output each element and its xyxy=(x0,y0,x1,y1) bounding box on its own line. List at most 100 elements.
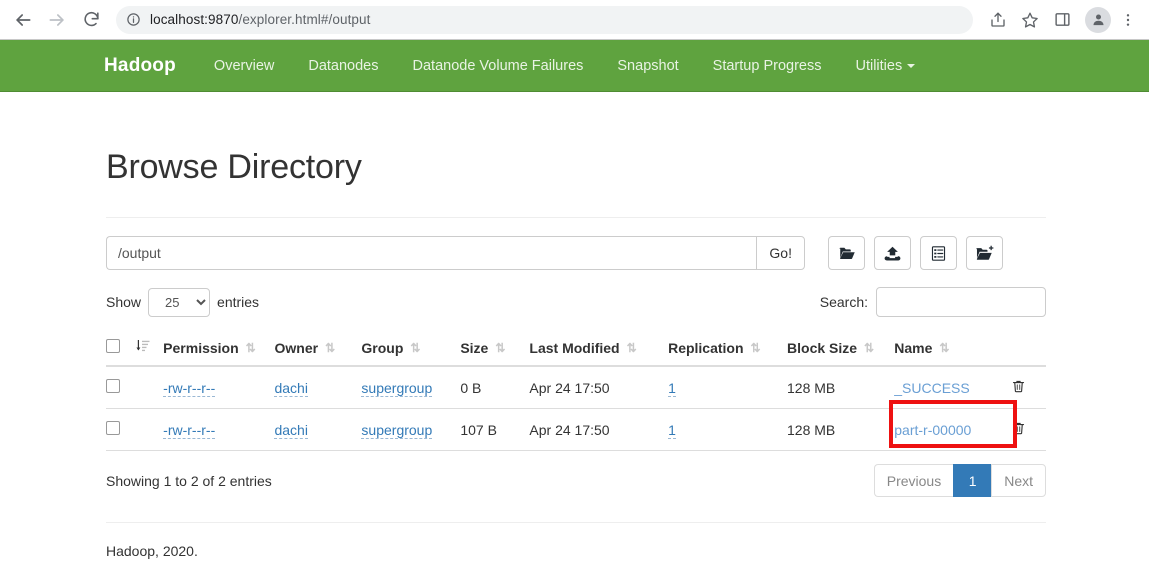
showing-entries-info: Showing 1 to 2 of 2 entries xyxy=(106,472,272,489)
entries-select[interactable]: 25 50 100 xyxy=(148,287,211,317)
header-size[interactable]: Size ⇅ xyxy=(460,331,530,367)
file-name-link[interactable]: _SUCCESS xyxy=(894,380,969,396)
row-group-cell[interactable]: supergroup xyxy=(361,366,461,409)
new-folder-icon[interactable] xyxy=(966,236,1003,270)
nav-link-utilities[interactable]: Utilities xyxy=(855,57,916,74)
go-button[interactable]: Go! xyxy=(756,236,805,270)
row-delete-cell[interactable] xyxy=(1010,366,1046,409)
row-delete-cell[interactable] xyxy=(1010,408,1046,451)
header-replication[interactable]: Replication ⇅ xyxy=(668,331,788,367)
path-bar-row: Go! xyxy=(106,236,1046,270)
footer-text: Hadoop, 2020. xyxy=(106,543,198,559)
file-name-link[interactable]: part-r-00000 xyxy=(894,422,971,438)
sort-icon: ⇅ xyxy=(325,341,335,355)
search-input[interactable] xyxy=(876,287,1046,317)
row-name-cell[interactable]: _SUCCESS xyxy=(894,366,1011,409)
pagination: Previous 1 Next xyxy=(873,464,1046,497)
permission-value[interactable]: -rw-r--r-- xyxy=(163,421,216,439)
hadoop-navbar: Hadoop Overview Datanodes Datanode Volum… xyxy=(0,40,1149,92)
header-last-modified[interactable]: Last Modified ⇅ xyxy=(529,331,669,367)
sort-icon: ⇅ xyxy=(495,341,505,355)
row-block-size-cell: 128 MB xyxy=(787,408,895,451)
side-panel-icon[interactable] xyxy=(1047,5,1077,35)
header-permission[interactable]: Permission ⇅ xyxy=(163,331,275,367)
path-input-group: Go! xyxy=(106,236,805,270)
replication-value[interactable]: 1 xyxy=(668,379,676,397)
trash-icon[interactable] xyxy=(1011,420,1026,439)
group-value[interactable]: supergroup xyxy=(361,379,433,397)
header-group[interactable]: Group ⇅ xyxy=(361,331,461,367)
header-owner[interactable]: Owner ⇅ xyxy=(274,331,362,367)
row-spacer-cell xyxy=(135,366,164,409)
header-block-size-label: Block Size xyxy=(787,340,858,356)
files-table-body: -rw-r--r-- dachi supergroup 0 B Apr 24 1… xyxy=(106,366,1046,451)
navbar-brand[interactable]: Hadoop xyxy=(104,55,176,77)
row-name-cell[interactable]: part-r-00000 xyxy=(894,408,1011,451)
sort-icon: ⇅ xyxy=(410,341,420,355)
path-input[interactable] xyxy=(106,236,757,270)
three-dot-menu-icon[interactable] xyxy=(1113,5,1143,35)
path-tools xyxy=(828,236,1003,270)
row-checkbox[interactable] xyxy=(106,379,120,393)
table-footer: Showing 1 to 2 of 2 entries Previous 1 N… xyxy=(106,464,1046,497)
row-last-modified-cell: Apr 24 17:50 xyxy=(529,366,669,409)
nav-link-overview[interactable]: Overview xyxy=(214,58,274,74)
pagination-page-1[interactable]: 1 xyxy=(953,464,992,497)
browser-actions xyxy=(981,5,1149,35)
owner-value[interactable]: dachi xyxy=(274,379,308,397)
nav-link-utilities-label: Utilities xyxy=(855,57,903,74)
files-table-head: Permission ⇅ Owner ⇅ Group ⇅ Size ⇅ Last Mod… xyxy=(106,331,1046,367)
header-block-size[interactable]: Block Size ⇅ xyxy=(787,331,895,367)
forward-arrow-icon[interactable] xyxy=(42,5,72,35)
star-icon[interactable] xyxy=(1015,5,1045,35)
chevron-down-icon xyxy=(907,63,916,68)
row-replication-cell[interactable]: 1 xyxy=(668,408,788,451)
replication-value[interactable]: 1 xyxy=(668,421,676,439)
header-actions xyxy=(1010,331,1046,367)
row-select-cell[interactable] xyxy=(106,408,136,451)
group-value[interactable]: supergroup xyxy=(361,421,433,439)
header-owner-label: Owner xyxy=(274,340,319,356)
reload-icon[interactable] xyxy=(76,5,106,35)
nav-link-datanode-volume-failures[interactable]: Datanode Volume Failures xyxy=(413,58,584,74)
row-permission-cell[interactable]: -rw-r--r-- xyxy=(163,366,275,409)
header-sort-marker[interactable] xyxy=(135,331,164,367)
sort-icon: ⇅ xyxy=(626,341,637,355)
upload-icon[interactable] xyxy=(874,236,911,270)
row-group-cell[interactable]: supergroup xyxy=(361,408,461,451)
header-name[interactable]: Name ⇅ xyxy=(894,331,1011,367)
row-owner-cell[interactable]: dachi xyxy=(274,408,362,451)
nav-link-startup-progress[interactable]: Startup Progress xyxy=(713,58,822,74)
address-bar[interactable]: localhost:9870/explorer.html#/output xyxy=(116,5,973,34)
profile-avatar-icon[interactable] xyxy=(1085,6,1111,33)
row-owner-cell[interactable]: dachi xyxy=(274,366,362,409)
size-value: 107 B xyxy=(460,421,497,438)
list-snapshot-icon[interactable] xyxy=(920,236,957,270)
share-icon[interactable] xyxy=(983,5,1013,35)
owner-value[interactable]: dachi xyxy=(274,421,308,439)
cut-folder-icon[interactable] xyxy=(828,236,865,270)
title-divider xyxy=(106,217,1046,218)
nav-link-datanodes[interactable]: Datanodes xyxy=(308,58,378,74)
pagination-previous[interactable]: Previous xyxy=(873,464,954,497)
trash-icon[interactable] xyxy=(1011,378,1026,397)
row-permission-cell[interactable]: -rw-r--r-- xyxy=(163,408,275,451)
sort-amount-desc-icon xyxy=(135,340,150,352)
header-select-all[interactable] xyxy=(106,331,136,367)
row-size-cell: 0 B xyxy=(460,366,530,409)
permission-value[interactable]: -rw-r--r-- xyxy=(163,379,216,397)
info-circle-icon[interactable] xyxy=(126,12,141,27)
nav-link-snapshot[interactable]: Snapshot xyxy=(617,58,678,74)
table-controls-row: Show 25 50 100 entries Search: xyxy=(106,287,1046,317)
row-select-cell[interactable] xyxy=(106,366,136,409)
sort-icon: ⇅ xyxy=(939,341,949,355)
header-name-label: Name xyxy=(894,340,933,356)
row-checkbox[interactable] xyxy=(106,421,120,435)
pagination-next[interactable]: Next xyxy=(991,464,1046,497)
header-permission-label: Permission xyxy=(163,340,239,356)
row-last-modified-cell: Apr 24 17:50 xyxy=(529,408,669,451)
back-arrow-icon[interactable] xyxy=(8,5,38,35)
block-size-value: 128 MB xyxy=(787,421,836,438)
row-replication-cell[interactable]: 1 xyxy=(668,366,788,409)
select-all-checkbox[interactable] xyxy=(106,339,120,353)
